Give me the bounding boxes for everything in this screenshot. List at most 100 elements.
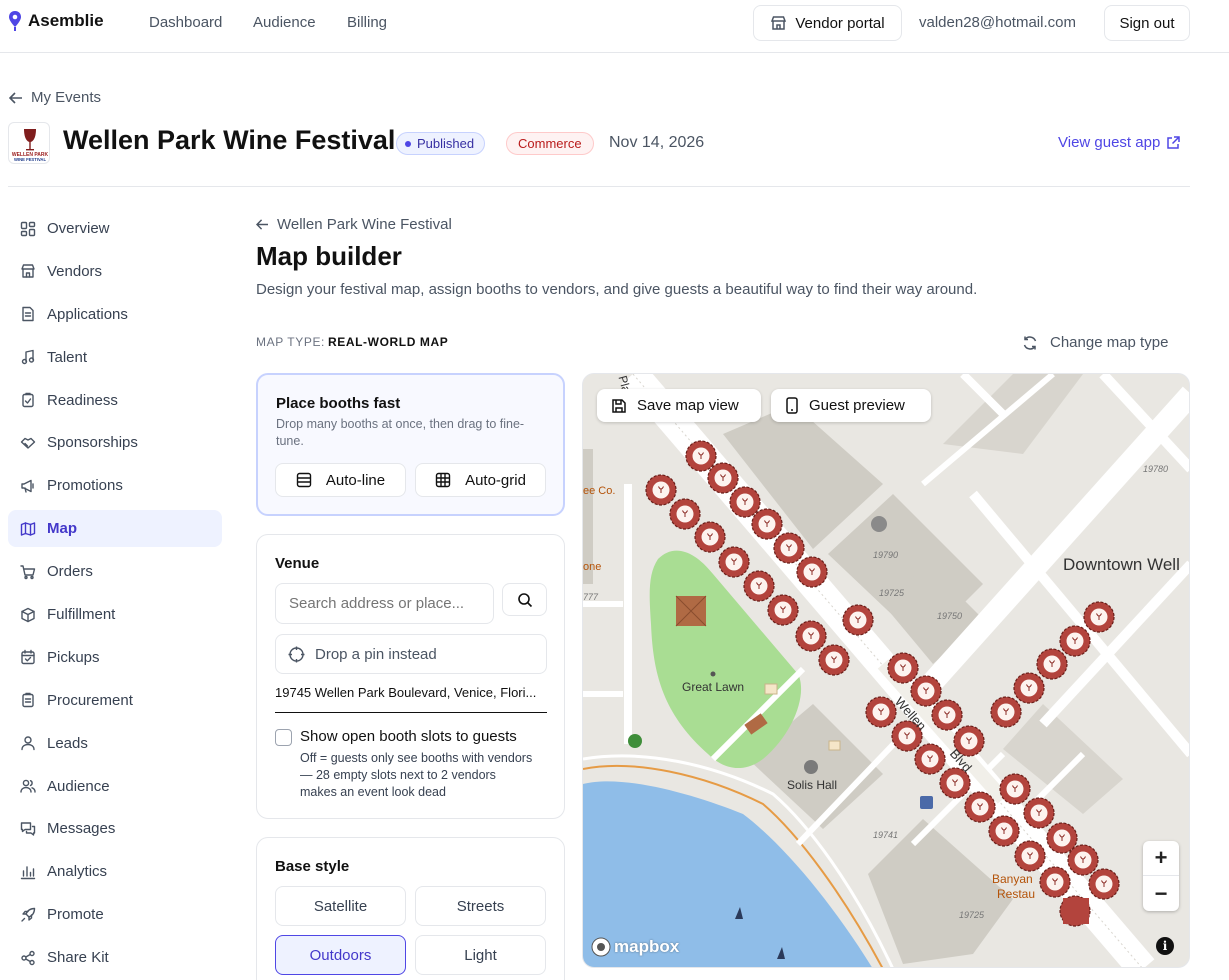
booth-marker[interactable] (964, 791, 996, 823)
booth-marker[interactable] (743, 570, 775, 602)
stage-marker[interactable] (1063, 898, 1089, 924)
nav-dashboard[interactable]: Dashboard (149, 14, 222, 31)
booth-marker[interactable] (887, 652, 919, 684)
logo-line-2: WINE FESTIVAL (14, 157, 46, 162)
sidebar-item-label: Audience (47, 777, 110, 795)
sidebar-item-leads[interactable]: Leads (8, 725, 222, 762)
booth-marker[interactable] (910, 675, 942, 707)
booth-marker[interactable] (1039, 866, 1071, 898)
change-map-type-button[interactable]: Change map type (1022, 334, 1168, 351)
booth-marker[interactable] (914, 743, 946, 775)
map-base-layer[interactable] (583, 374, 1190, 968)
view-guest-app-link[interactable]: View guest app (1058, 134, 1181, 151)
calendar-check-icon (20, 649, 36, 665)
booth-marker[interactable] (842, 604, 874, 636)
brand[interactable]: Asemblie (8, 10, 104, 32)
place-booths-card: Place booths fast Drop many booths at on… (256, 373, 565, 516)
booth-marker[interactable] (1013, 672, 1045, 704)
booth-marker[interactable] (707, 462, 739, 494)
sidebar-item-fulfillment[interactable]: Fulfillment (8, 596, 222, 633)
booth-marker[interactable] (773, 532, 805, 564)
mapbox-attribution[interactable]: mapbox (591, 937, 679, 957)
info-icon[interactable]: i (1156, 937, 1174, 955)
guest-preview-button[interactable]: Guest preview (771, 389, 931, 422)
sidebar-item-analytics[interactable]: Analytics (8, 853, 222, 890)
style-satellite-button[interactable]: Satellite (275, 886, 406, 926)
label-banyan-restaurant: Restau (997, 887, 1036, 901)
event-title: Wellen Park Wine Festival (63, 125, 396, 155)
nav-audience[interactable]: Audience (253, 14, 316, 31)
booth-marker[interactable] (1083, 601, 1115, 633)
label-19750: 19750 (937, 611, 963, 621)
label-banyan: Banyan (992, 872, 1033, 886)
sidebar-item-overview[interactable]: Overview (8, 210, 222, 247)
label-19741: 19741 (873, 830, 899, 840)
booth-marker[interactable] (645, 474, 677, 506)
sidebar-item-messages[interactable]: Messages (8, 810, 222, 847)
booth-marker[interactable] (1088, 868, 1120, 900)
booth-marker[interactable] (694, 521, 726, 553)
booth-marker[interactable] (796, 556, 828, 588)
style-streets-button[interactable]: Streets (415, 886, 546, 926)
nav-billing[interactable]: Billing (347, 14, 387, 31)
booth-marker[interactable] (1059, 625, 1091, 657)
sidebar-item-map[interactable]: Map (8, 510, 222, 548)
sidebar-item-audience[interactable]: Audience (8, 768, 222, 805)
booth-marker[interactable] (1067, 844, 1099, 876)
sidebar-item-vendors[interactable]: Vendors (8, 253, 222, 290)
sidebar-item-label: Promotions (47, 477, 123, 495)
venue-search-button[interactable] (502, 583, 547, 616)
sidebar-item-orders[interactable]: Orders (8, 553, 222, 590)
booth-marker[interactable] (751, 508, 783, 540)
save-map-view-button[interactable]: Save map view (597, 389, 761, 422)
booth-marker[interactable] (767, 594, 799, 626)
booth-marker[interactable] (990, 696, 1022, 728)
booth-marker[interactable] (988, 815, 1020, 847)
booth-marker[interactable] (999, 773, 1031, 805)
breadcrumb-label: Wellen Park Wine Festival (277, 216, 452, 233)
booth-marker[interactable] (685, 440, 717, 472)
sidebar-item-label: Share Kit (47, 949, 109, 967)
map-canvas[interactable]: Downtown Well Great Lawn Solis Hall Bany… (582, 373, 1190, 968)
breadcrumb[interactable]: Wellen Park Wine Festival (256, 216, 452, 233)
style-outdoors-button[interactable]: Outdoors (275, 935, 406, 975)
show-open-slots-checkbox[interactable] (275, 729, 292, 746)
vendor-portal-button[interactable]: Vendor portal (753, 5, 902, 41)
auto-line-button[interactable]: Auto-line (275, 463, 406, 497)
sidebar-item-promotions[interactable]: Promotions (8, 467, 222, 504)
auto-grid-button[interactable]: Auto-grid (415, 463, 546, 497)
sidebar-item-applications[interactable]: Applications (8, 296, 222, 333)
booth-marker[interactable] (718, 546, 750, 578)
sidebar-item-pickups[interactable]: Pickups (8, 639, 222, 676)
megaphone-icon (20, 478, 36, 494)
booth-marker[interactable] (931, 699, 963, 731)
booth-marker[interactable] (818, 644, 850, 676)
sidebar-item-label: Pickups (47, 648, 100, 666)
booth-marker[interactable] (669, 498, 701, 530)
style-light-button[interactable]: Light (415, 935, 546, 975)
drop-pin-button[interactable]: Drop a pin instead (275, 634, 547, 674)
sign-out-button[interactable]: Sign out (1104, 5, 1190, 41)
sidebar-item-promote[interactable]: Promote (8, 896, 222, 933)
label-19790: 19790 (873, 550, 899, 560)
show-open-slots-label[interactable]: Show open booth slots to guests (300, 728, 517, 745)
file-icon (20, 306, 36, 322)
booth-marker[interactable] (865, 696, 897, 728)
label-19780: 19780 (1143, 464, 1169, 474)
venue-search-input[interactable] (275, 583, 494, 624)
booth-marker[interactable] (1036, 648, 1068, 680)
mapbox-logo-icon (591, 937, 611, 957)
booth-marker[interactable] (729, 486, 761, 518)
sidebar-item-share-kit[interactable]: Share Kit (8, 939, 222, 976)
sidebar-item-sponsorships[interactable]: Sponsorships (8, 424, 222, 461)
back-to-my-events[interactable]: My Events (9, 89, 101, 106)
sidebar-item-procurement[interactable]: Procurement (8, 682, 222, 719)
booth-marker[interactable] (1014, 840, 1046, 872)
sidebar-item-talent[interactable]: Talent (8, 339, 222, 376)
map-type-label: MAP TYPE: (256, 335, 325, 349)
zoom-in-button[interactable]: + (1143, 841, 1179, 876)
booth-marker[interactable] (795, 620, 827, 652)
booth-marker[interactable] (1023, 797, 1055, 829)
zoom-out-button[interactable]: − (1143, 876, 1179, 911)
sidebar-item-readiness[interactable]: Readiness (8, 382, 222, 419)
